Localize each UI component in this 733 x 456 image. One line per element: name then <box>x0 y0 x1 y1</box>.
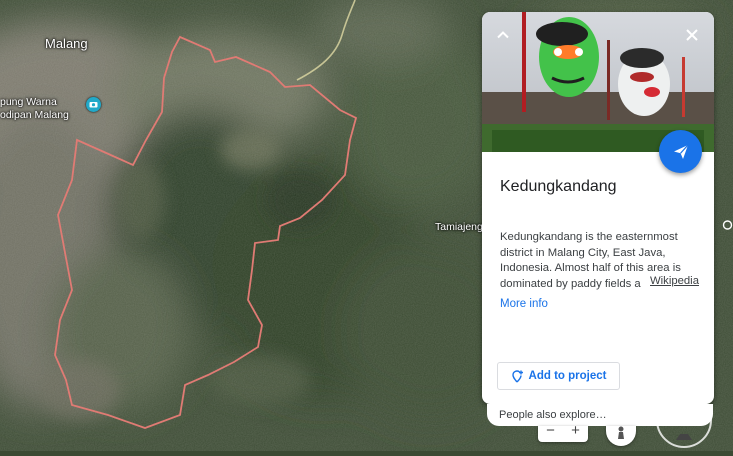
close-button[interactable] <box>681 24 703 46</box>
chevron-up-icon <box>497 31 509 39</box>
camera-poi-icon[interactable] <box>86 97 101 112</box>
zoom-controls: − + <box>538 423 588 442</box>
add-to-project-label: Add to project <box>528 370 607 382</box>
add-to-project-button[interactable]: Add to project <box>497 362 620 390</box>
wikipedia-link[interactable]: Wikipedia <box>648 275 699 287</box>
collapse-button[interactable] <box>492 24 514 46</box>
pegman-icon <box>618 426 624 439</box>
compass-button[interactable] <box>656 392 712 448</box>
add-location-icon <box>511 369 523 382</box>
place-title: Kedungkandang <box>500 178 617 195</box>
place-info-card: Kedungkandang Kedungkandang is the easte… <box>482 12 714 404</box>
city-label-malang[interactable]: Malang <box>45 36 88 51</box>
poi-label[interactable]: pung Warna odipan Malang <box>0 96 69 122</box>
zoom-out-button[interactable]: − <box>538 423 563 442</box>
zoom-in-button[interactable]: + <box>563 423 588 442</box>
people-also-explore-label: People also explore… <box>499 409 607 421</box>
compass-icon <box>676 434 692 440</box>
close-icon <box>686 29 698 41</box>
share-arrow-icon <box>673 144 688 159</box>
town-label-tamiajeng[interactable]: Tamiajeng <box>435 221 483 233</box>
more-info-link[interactable]: More info <box>500 298 548 310</box>
share-button[interactable] <box>659 130 702 173</box>
map-label-fragment <box>722 218 733 230</box>
